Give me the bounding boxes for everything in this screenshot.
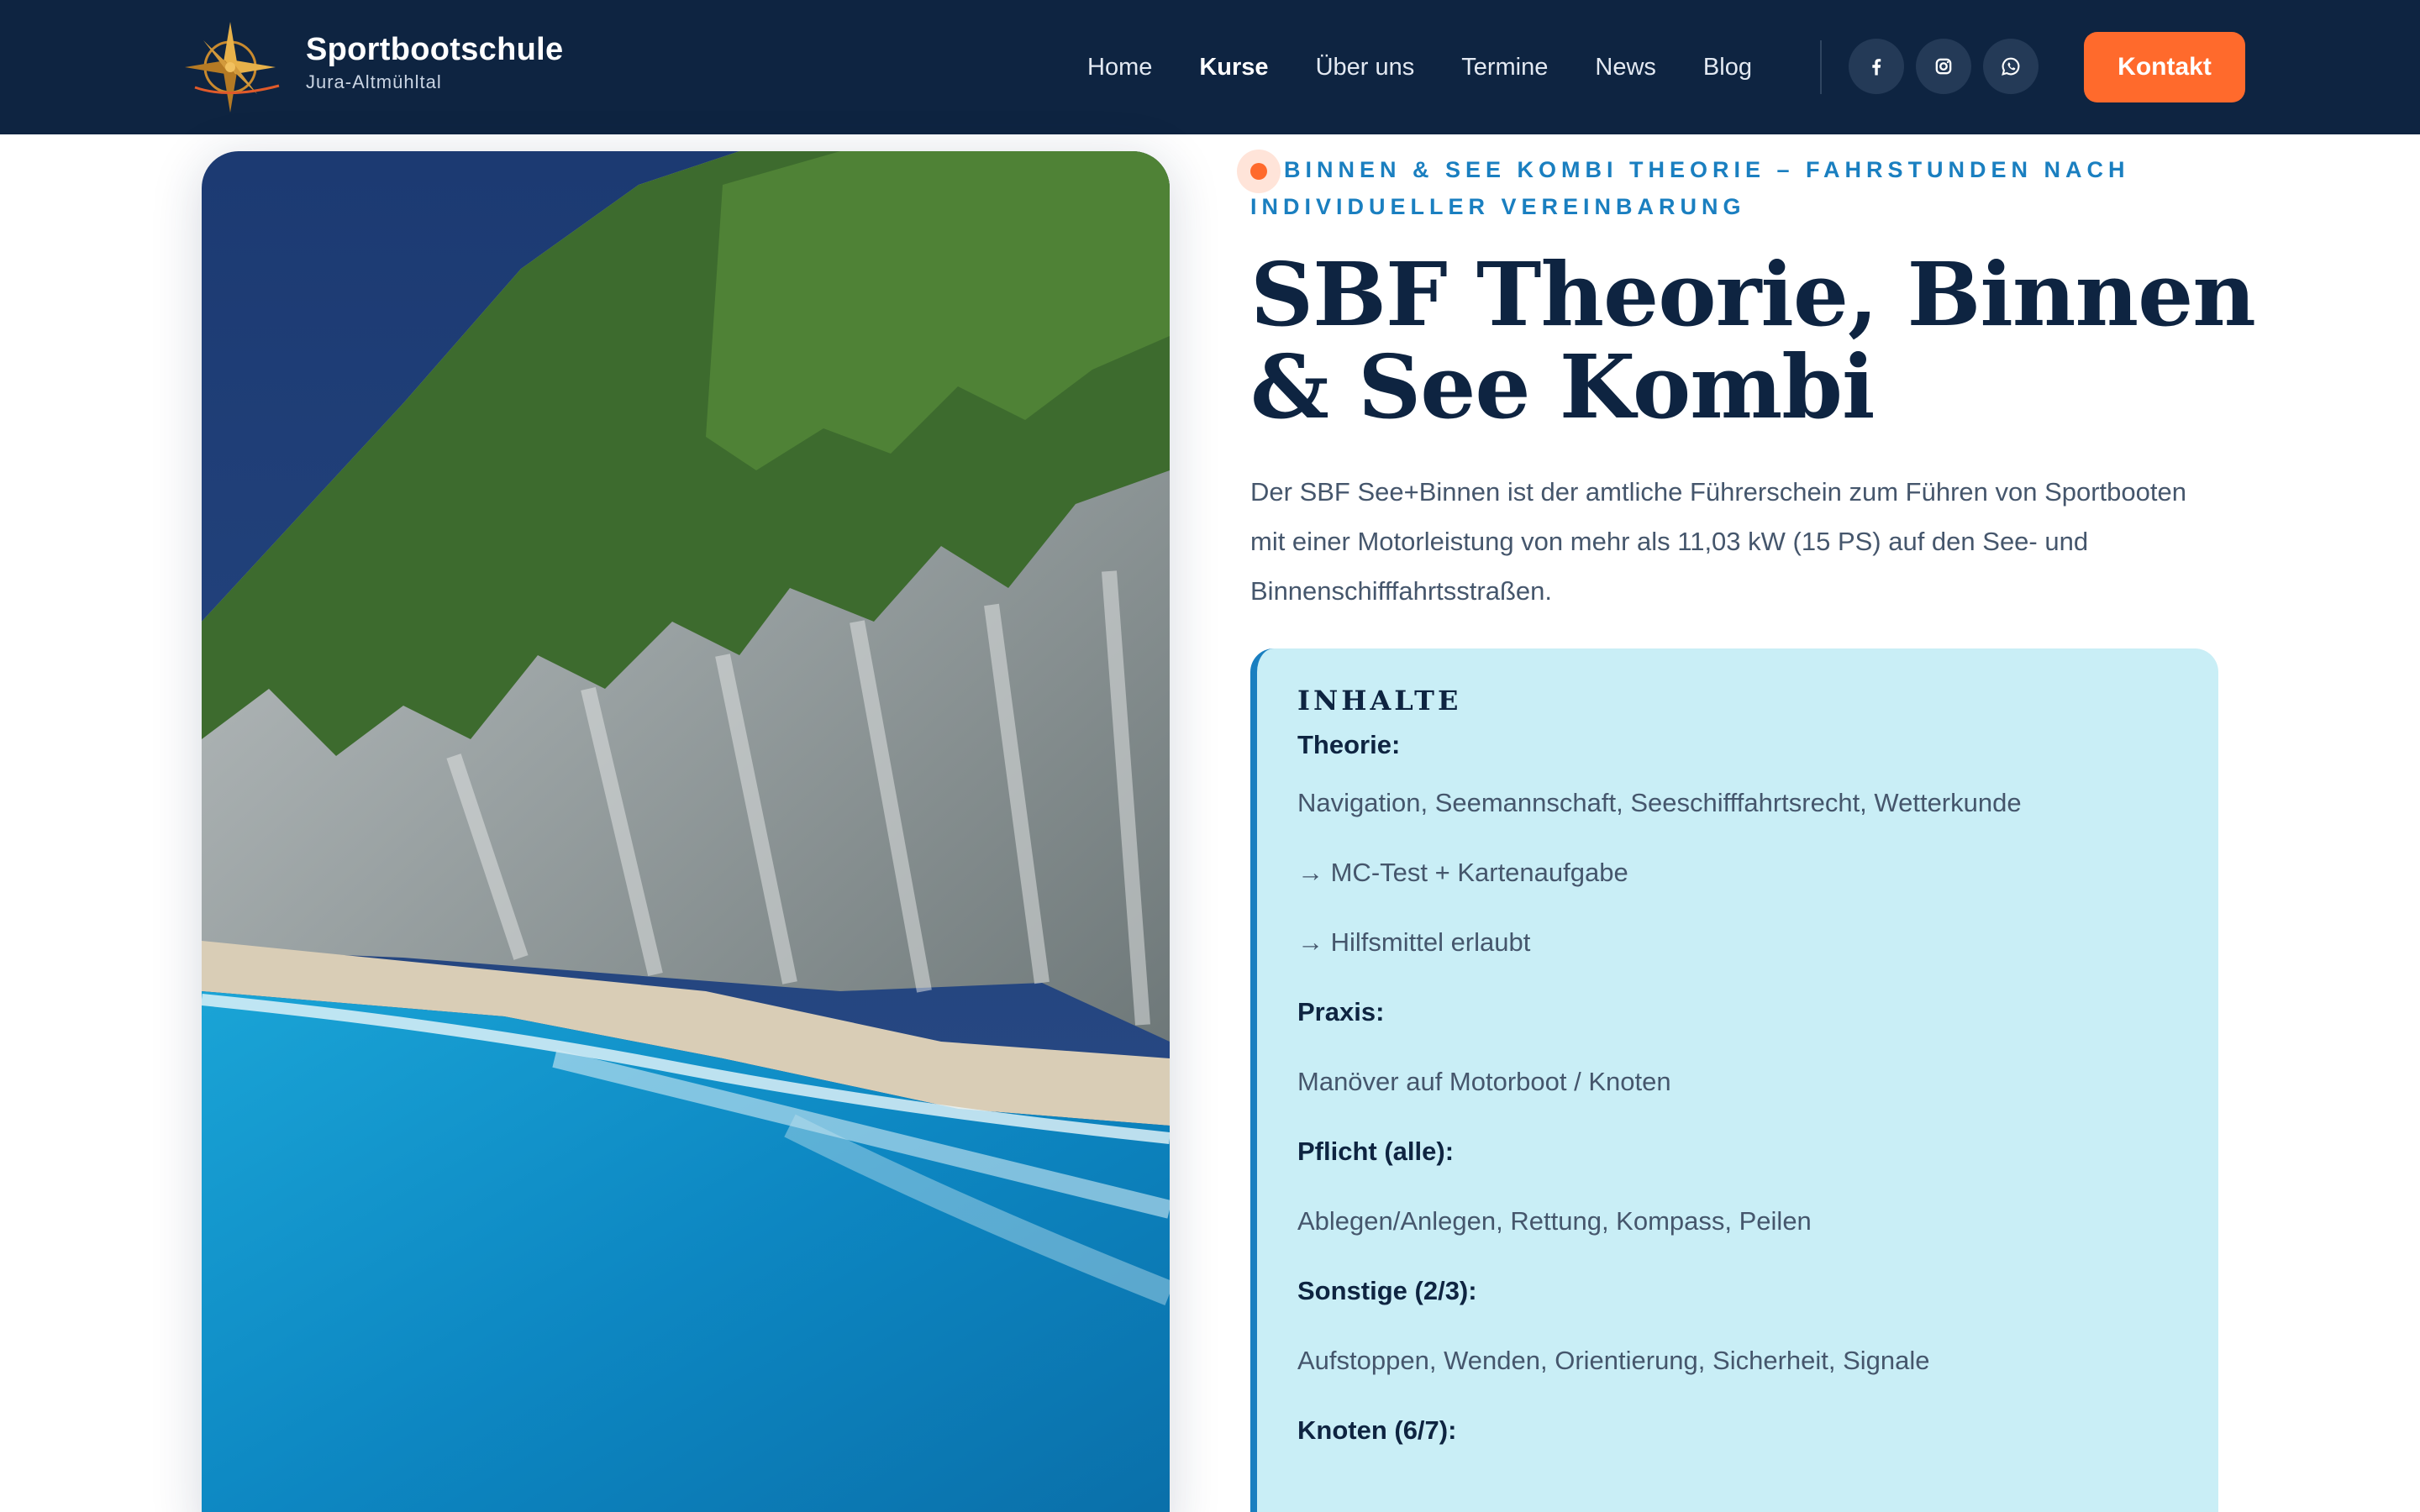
list-item: Navigation, Seemannschaft, Seeschifffahr… — [1297, 788, 2022, 817]
nav-blog[interactable]: Blog — [1703, 54, 1752, 81]
list-item: Pflicht (alle): — [1297, 1137, 1455, 1166]
list-item: Praxis: — [1297, 997, 1385, 1026]
hero-image — [202, 151, 1170, 1512]
facebook-icon — [1872, 59, 1881, 76]
brand[interactable]: Sportbootschule Jura-Altmühltal — [306, 32, 563, 93]
nav-kurse[interactable]: Kurse — [1199, 54, 1268, 81]
nav-divider — [1820, 40, 1822, 94]
instagram-button[interactable] — [1916, 39, 1971, 94]
course-lead: Der SBF See+Binnen ist der amtliche Führ… — [1250, 477, 2186, 606]
nav-ueber-uns[interactable]: Über uns — [1316, 54, 1415, 81]
main-nav: Home Kurse Über uns Termine News Blog — [1087, 0, 1799, 134]
cliff-beach-photo-icon — [202, 151, 1170, 1512]
list-item: → MC-Test + Kartenaufgabe — [1297, 858, 1628, 887]
facebook-button[interactable] — [1849, 39, 1904, 94]
list-item: Ablegen/Anlegen, Rettung, Kompass, Peile… — [1297, 1206, 1812, 1236]
brand-title: Sportbootschule — [306, 32, 564, 67]
whatsapp-icon — [2002, 57, 2020, 76]
whatsapp-button[interactable] — [1983, 39, 2039, 94]
list-item: Aufstoppen, Wenden, Orientierung, Sicher… — [1297, 1346, 1930, 1375]
contents-heading: INHALTE — [1297, 685, 1462, 717]
compass-logo-icon[interactable] — [178, 18, 287, 116]
contents-card: INHALTE Theorie: Navigation, Seemannscha… — [1250, 648, 2218, 1512]
instagram-icon — [1935, 58, 1952, 75]
contact-button[interactable]: Kontakt — [2084, 32, 2245, 102]
list-item: Theorie: — [1297, 730, 1401, 759]
course-eyebrow: Binnen & See Kombi Theorie – Fahrstunden… — [1250, 157, 2130, 219]
nav-termine[interactable]: Termine — [1461, 54, 1548, 81]
list-item: Knoten (6/7): — [1297, 1415, 1457, 1445]
list-item: Manöver auf Motorboot / Knoten — [1297, 1067, 1671, 1096]
list-item: → Hilfsmittel erlaubt — [1297, 927, 1531, 957]
site-header: Sportbootschule Jura-Altmühltal Home Kur… — [0, 0, 2420, 134]
course-title: SBF Theorie, Binnen & See Kombi — [1250, 243, 2256, 438]
contents-list: Theorie: Navigation, Seemannschaft, Sees… — [1297, 722, 2218, 1465]
list-item: Sonstige (2/3): — [1297, 1276, 1477, 1305]
nav-home[interactable]: Home — [1087, 54, 1152, 81]
nav-news[interactable]: News — [1595, 54, 1656, 81]
brand-subtitle: Jura-Altmühltal — [306, 71, 442, 92]
